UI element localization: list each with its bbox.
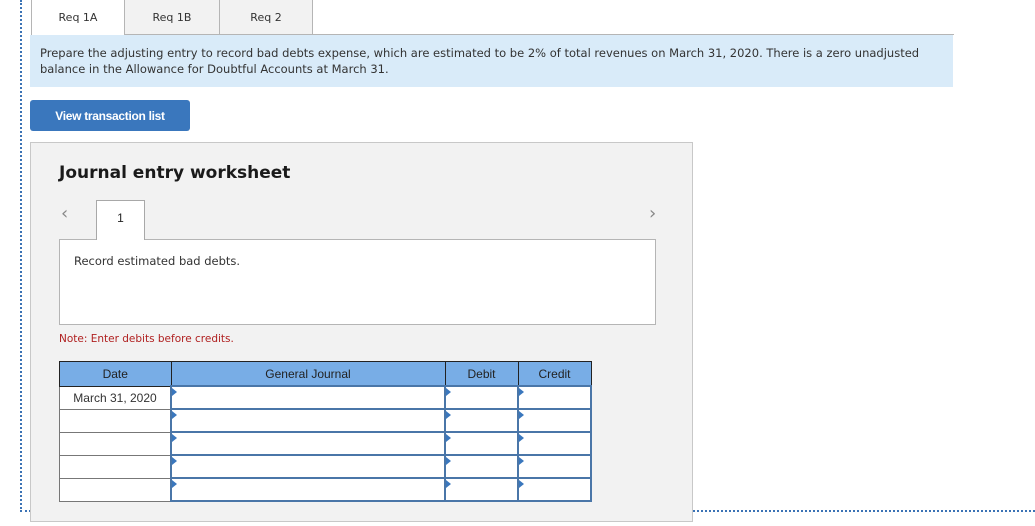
account-input[interactable] [170, 385, 446, 410]
dropdown-arrow-icon [519, 411, 524, 419]
dropdown-arrow-icon [446, 457, 451, 465]
worksheet-title: Journal entry worksheet [59, 163, 291, 183]
table-row [59, 431, 592, 456]
dropdown-arrow-icon [519, 434, 524, 442]
dropdown-arrow-icon [446, 480, 451, 488]
credit-input[interactable] [517, 431, 592, 456]
date-cell: March 31, 2020 [59, 385, 172, 410]
debit-input[interactable] [444, 408, 519, 433]
date-cell [59, 477, 172, 502]
dropdown-arrow-icon [519, 388, 524, 396]
dropdown-arrow-icon [446, 388, 451, 396]
account-input[interactable] [170, 477, 446, 502]
credit-input[interactable] [517, 408, 592, 433]
credit-input[interactable] [517, 454, 592, 479]
dropdown-arrow-icon [519, 480, 524, 488]
journal-table-header: Date General Journal Debit Credit [59, 361, 592, 387]
debit-input[interactable] [444, 431, 519, 456]
entry-tab-label: 1 [117, 211, 124, 225]
entry-description: Record estimated bad debts. [59, 239, 656, 325]
credit-input[interactable] [517, 385, 592, 410]
journal-entry-worksheet: Journal entry worksheet ‹ 1 › Record est… [30, 142, 693, 522]
journal-table: Date General Journal Debit Credit March … [59, 361, 592, 502]
header-date: Date [59, 361, 172, 387]
credit-input[interactable] [517, 477, 592, 502]
date-cell [59, 454, 172, 479]
account-input[interactable] [170, 454, 446, 479]
debit-input[interactable] [444, 477, 519, 502]
dropdown-arrow-icon [446, 434, 451, 442]
header-credit: Credit [517, 361, 592, 387]
requirement-tabs: Req 1A Req 1B Req 2 [31, 0, 313, 35]
view-transaction-list-button[interactable]: View transaction list [30, 100, 190, 131]
chevron-left-icon[interactable]: ‹ [61, 203, 68, 224]
entry-tab-1[interactable]: 1 [96, 200, 145, 240]
dropdown-arrow-icon [172, 411, 177, 419]
dropdown-arrow-icon [172, 480, 177, 488]
account-input[interactable] [170, 408, 446, 433]
account-input[interactable] [170, 431, 446, 456]
chevron-right-icon[interactable]: › [649, 203, 656, 224]
question-prompt: Prepare the adjusting entry to record ba… [30, 35, 953, 87]
header-general-journal: General Journal [170, 361, 446, 387]
date-cell [59, 431, 172, 456]
dropdown-arrow-icon [172, 434, 177, 442]
table-row [59, 454, 592, 479]
table-row [59, 408, 592, 433]
debit-input[interactable] [444, 385, 519, 410]
table-row [59, 477, 592, 502]
frame-border-left [20, 0, 22, 512]
dropdown-arrow-icon [519, 457, 524, 465]
debits-note: Note: Enter debits before credits. [59, 333, 234, 345]
dropdown-arrow-icon [172, 388, 177, 396]
table-row: March 31, 2020 [59, 385, 592, 410]
date-cell [59, 408, 172, 433]
tab-req-1a[interactable]: Req 1A [31, 0, 125, 35]
dropdown-arrow-icon [172, 457, 177, 465]
tab-req-2[interactable]: Req 2 [219, 0, 313, 35]
header-debit: Debit [444, 361, 519, 387]
dropdown-arrow-icon [446, 411, 451, 419]
tab-req-1b[interactable]: Req 1B [124, 0, 220, 35]
debit-input[interactable] [444, 454, 519, 479]
